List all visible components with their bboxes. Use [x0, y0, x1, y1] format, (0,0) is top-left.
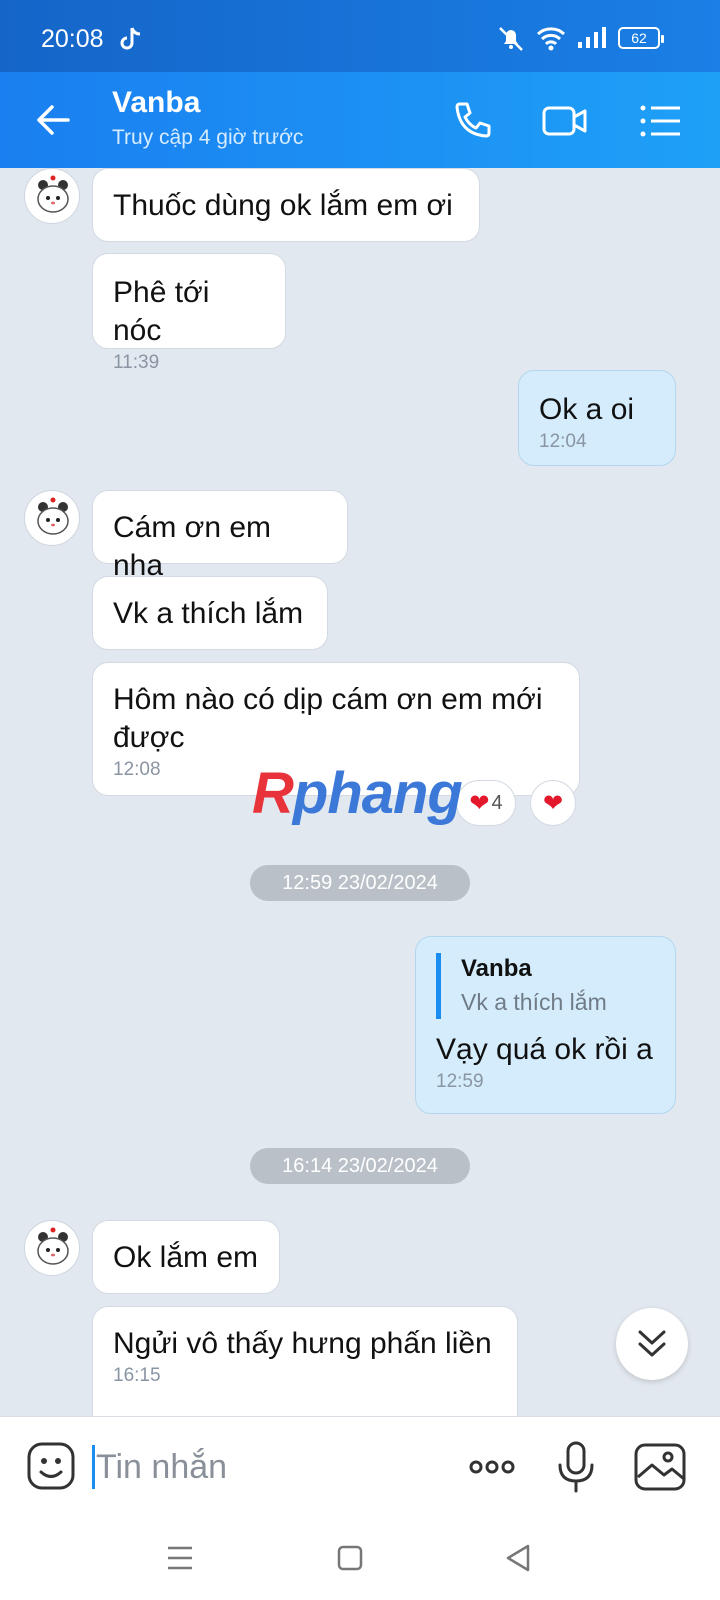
message-bubble[interactable]: Thuốc dùng ok lắm em ơi: [92, 168, 480, 242]
message-bubble[interactable]: Cám ơn em nha: [92, 490, 348, 582]
home-icon[interactable]: [330, 1538, 370, 1578]
message-time: 11:39: [113, 352, 160, 373]
mute-icon: [499, 27, 523, 51]
message-bubble[interactable]: Phê tới nóc 11:39: [92, 253, 286, 373]
battery-indicator: 62: [618, 27, 664, 49]
image-icon[interactable]: [632, 1439, 688, 1495]
date-divider: 16:14 23/02/2024: [250, 1148, 470, 1184]
contact-name[interactable]: Vanba: [112, 86, 200, 120]
quote-author: Vanba: [461, 955, 532, 982]
panda-avatar-icon: [37, 1227, 69, 1265]
mic-icon[interactable]: [548, 1439, 604, 1495]
chat-header: Vanba Truy cập 4 giờ trước: [0, 72, 720, 168]
message-text: Cám ơn em nha: [113, 511, 272, 582]
message-bubble[interactable]: Vk a thích lắm: [92, 576, 328, 650]
heart-icon: ❤: [469, 789, 490, 817]
phone-icon[interactable]: [446, 96, 496, 146]
panda-avatar-icon: [37, 175, 69, 213]
message-time: 12:59: [436, 1071, 484, 1092]
watermark-logo: Rphang: [252, 761, 463, 826]
avatar[interactable]: [24, 168, 80, 224]
reply-quote[interactable]: Vanba Vk a thích lắm: [436, 953, 655, 1019]
avatar[interactable]: [24, 1220, 80, 1276]
message-text: Phê tới nóc: [113, 276, 210, 347]
back-icon[interactable]: [34, 100, 74, 140]
status-bar: 20:08 62: [0, 0, 720, 72]
reaction-count: 4: [491, 791, 503, 814]
date-divider: 12:59 23/02/2024: [250, 865, 470, 901]
recent-apps-icon[interactable]: [160, 1538, 200, 1578]
tiktok-icon: [120, 27, 141, 50]
message-text: Ok lắm em: [113, 1241, 259, 1274]
message-time: 12:04: [539, 431, 587, 452]
signal-icon: [578, 27, 606, 48]
menu-list-icon[interactable]: [636, 96, 686, 146]
heart-icon: ❤: [542, 789, 564, 817]
more-icon[interactable]: [464, 1439, 520, 1495]
wifi-icon: [536, 27, 566, 51]
chat-area[interactable]: Thuốc dùng ok lắm em ơi Phê tới nóc 11:3…: [0, 168, 720, 1416]
emoji-icon[interactable]: [26, 1441, 76, 1491]
message-bubble-mine[interactable]: Ok a oi 12:04: [518, 370, 676, 466]
avatar[interactable]: [24, 490, 80, 546]
contact-status: Truy cập 4 giờ trước: [112, 126, 304, 149]
message-text: Ngửi vô thấy hưng phấn liền: [113, 1327, 492, 1360]
reaction-summary[interactable]: ❤ 4: [456, 780, 516, 826]
scroll-to-bottom-button[interactable]: [616, 1308, 688, 1380]
message-input[interactable]: [96, 1439, 436, 1495]
panda-avatar-icon: [37, 497, 69, 535]
message-text: Ok a oi: [539, 393, 635, 426]
message-text: Vạy quá ok rồi a: [436, 1033, 653, 1066]
message-bubble-mine[interactable]: Vanba Vk a thích lắm Vạy quá ok rồi a 12…: [415, 936, 676, 1114]
message-text: Hôm nào có dịp cám ơn em mới được: [113, 683, 543, 754]
video-call-icon[interactable]: [540, 96, 590, 146]
message-text: Vk a thích lắm: [113, 597, 304, 630]
message-composer: [0, 1416, 720, 1516]
message-text: Thuốc dùng ok lắm em ơi: [113, 189, 453, 222]
system-nav-bar: [0, 1516, 720, 1600]
message-time: 16:15: [113, 1365, 161, 1386]
status-time: 20:08: [41, 25, 104, 53]
message-bubble[interactable]: Ngửi vô thấy hưng phấn liền 16:15: [92, 1306, 518, 1416]
message-bubble[interactable]: Ok lắm em: [92, 1220, 280, 1294]
chevron-double-down-icon: [638, 1330, 666, 1357]
back-nav-icon[interactable]: [498, 1538, 538, 1578]
quote-text: Vk a thích lắm: [461, 989, 607, 1015]
text-cursor: [92, 1445, 95, 1489]
react-heart-button[interactable]: ❤: [530, 780, 576, 826]
